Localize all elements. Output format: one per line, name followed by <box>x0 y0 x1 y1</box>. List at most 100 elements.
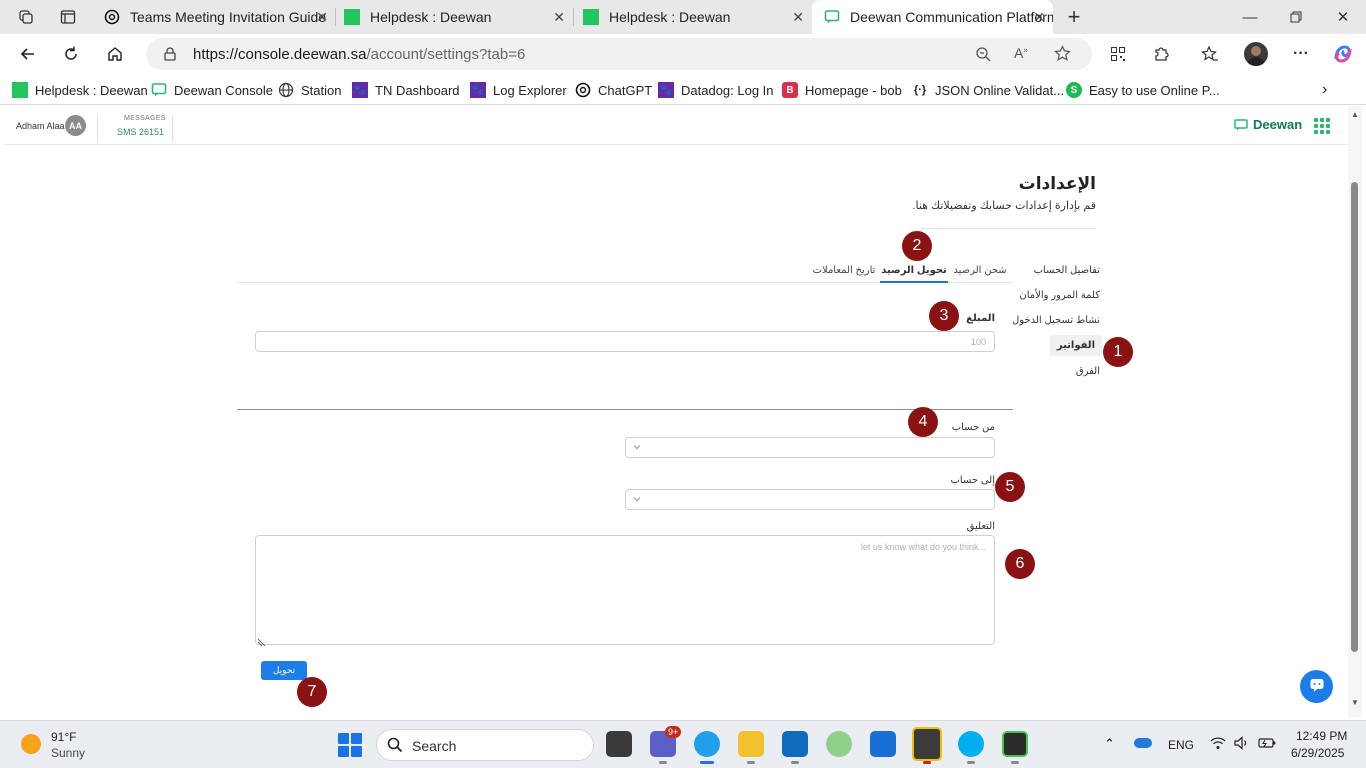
scroll-up-icon[interactable]: ▲ <box>1351 110 1359 119</box>
clock-date[interactable]: 6/29/2025 <box>1291 746 1344 760</box>
favorites-icon[interactable] <box>1197 42 1223 66</box>
user-name: Adham Alaa <box>16 121 65 131</box>
tab-transaction-history[interactable]: تاريخ المعاملات <box>809 259 879 283</box>
bookmark-item[interactable]: ChatGPT <box>575 80 652 100</box>
transfer-submit-button[interactable]: تحويل <box>261 661 307 680</box>
s-icon: S <box>1066 82 1082 98</box>
bookmark-item[interactable]: Station <box>278 80 341 100</box>
back-icon[interactable] <box>15 42 41 66</box>
onedrive-icon[interactable] <box>1134 738 1152 748</box>
browser-tab-strip: Teams Meeting Invitation Guide ✕ Helpdes… <box>0 0 1366 34</box>
file-explorer-icon[interactable] <box>738 731 764 757</box>
bookmark-item[interactable]: B Homepage - bob <box>782 80 902 100</box>
favorite-star-icon[interactable] <box>1054 45 1071 65</box>
refresh-icon[interactable] <box>58 42 84 66</box>
weather-sun-icon[interactable] <box>21 734 41 754</box>
sidebar-item-account-details[interactable]: تفاصيل الحساب <box>1034 265 1100 276</box>
sidebar-item-teams[interactable]: الفرق <box>1076 366 1100 377</box>
read-aloud-icon[interactable]: A» <box>1014 45 1028 61</box>
comment-textarea[interactable]: let us know what do you think... <box>255 535 995 647</box>
annotation-marker: 5 <box>995 472 1025 502</box>
weather-temperature: 91°F <box>51 730 77 744</box>
tab-title: Helpdesk : Deewan <box>370 9 492 25</box>
datadog-icon: 🐾 <box>658 82 674 98</box>
taskbar-search[interactable]: Search <box>376 729 594 761</box>
deewan-icon <box>1234 118 1248 131</box>
browser-tab[interactable]: Helpdesk : Deewan ✕ <box>571 0 812 34</box>
resize-handle-icon[interactable] <box>257 635 266 647</box>
close-icon[interactable]: ✕ <box>1033 9 1045 26</box>
from-account-select[interactable] <box>625 437 995 458</box>
sidebar-item-password-security[interactable]: كلمة المرور والأمان <box>1019 290 1100 301</box>
restore-icon[interactable] <box>1284 6 1308 28</box>
clock-time[interactable]: 12:49 PM <box>1296 729 1347 743</box>
zoom-icon[interactable] <box>975 46 991 65</box>
bookmark-label: ChatGPT <box>598 82 653 98</box>
sidebar-item-billing[interactable]: الفواتير <box>1049 335 1102 356</box>
chevron-right-icon[interactable]: › <box>1322 80 1327 100</box>
page-scrollbar[interactable]: ▲ ▼ <box>1348 106 1362 717</box>
scroll-down-icon[interactable]: ▼ <box>1351 698 1359 707</box>
amount-input[interactable]: 100 <box>255 331 995 352</box>
browser-tab[interactable]: Teams Meeting Invitation Guide ✕ <box>92 0 336 34</box>
close-icon[interactable]: ✕ <box>553 9 565 26</box>
terminal-app-icon[interactable] <box>1002 731 1028 757</box>
home-icon[interactable] <box>102 42 128 66</box>
chevron-down-icon <box>632 494 642 507</box>
start-icon[interactable] <box>338 733 362 757</box>
browser-tab-active[interactable]: Deewan Communication Platform ✕ <box>812 0 1053 34</box>
chat-app-icon[interactable] <box>826 731 852 757</box>
extensions-icon[interactable] <box>1148 42 1174 66</box>
to-account-select[interactable] <box>625 489 995 510</box>
volume-icon[interactable] <box>1234 736 1250 753</box>
close-window-icon[interactable]: ✕ <box>1331 6 1355 28</box>
comment-label: التعليق <box>966 521 995 532</box>
chat-support-button[interactable] <box>1300 670 1333 703</box>
windows-taskbar: 91°F Sunny Search 9+ ⌃ ENG 12:49 PM 6/29… <box>0 720 1366 768</box>
avatar[interactable]: AA <box>65 115 86 136</box>
sidebar-item-login-activity[interactable]: نشاط تسجيل الدخول <box>1012 315 1100 326</box>
sticky-notes-icon[interactable] <box>912 727 942 761</box>
vertical-tabs-icon[interactable] <box>54 5 82 29</box>
browser-tab[interactable]: Helpdesk : Deewan ✕ <box>332 0 573 34</box>
copilot-icon[interactable] <box>1330 42 1356 66</box>
bookmark-item[interactable]: 🐾 Datadog: Log In <box>658 80 774 100</box>
close-icon[interactable]: ✕ <box>316 9 328 26</box>
wifi-icon[interactable] <box>1210 736 1226 753</box>
bookmark-item[interactable]: Helpdesk : Deewan <box>12 80 148 100</box>
bookmark-item[interactable]: 🐾 Log Explorer <box>470 80 567 100</box>
bookmark-label: Datadog: Log In <box>681 82 774 98</box>
workspaces-icon[interactable] <box>12 5 40 29</box>
store-icon[interactable] <box>870 731 896 757</box>
outlook-icon[interactable] <box>782 731 808 757</box>
qr-code-icon[interactable] <box>1105 42 1131 66</box>
more-options-icon[interactable]: ··· <box>1288 42 1314 66</box>
apps-grid-icon[interactable] <box>1314 118 1330 134</box>
brand-logo[interactable]: Deewan <box>1234 117 1302 132</box>
new-tab-icon[interactable]: + <box>1060 4 1088 29</box>
site-info-icon[interactable] <box>163 46 177 65</box>
language-indicator[interactable]: ENG <box>1168 738 1194 752</box>
tab-transfer-balance[interactable]: تحويل الرصيد <box>880 259 948 283</box>
bookmark-item[interactable]: Deewan Console <box>151 80 273 100</box>
address-bar[interactable]: https://console.deewan.sa/account/settin… <box>146 38 1092 70</box>
battery-icon[interactable] <box>1258 737 1276 752</box>
bookmark-item[interactable]: {·} JSON Online Validat... <box>912 80 1064 100</box>
url-host: https://console.deewan.sa <box>193 46 367 63</box>
show-hidden-icons-icon[interactable]: ⌃ <box>1104 736 1115 752</box>
tab-topup[interactable]: شحن الرصيد <box>950 259 1010 283</box>
close-icon[interactable]: ✕ <box>792 9 804 26</box>
edge-icon[interactable] <box>694 731 720 757</box>
minimize-icon[interactable]: — <box>1238 6 1262 28</box>
bookmark-item[interactable]: S Easy to use Online P... <box>1066 80 1220 100</box>
profile-avatar[interactable] <box>1243 42 1269 66</box>
scrollbar-thumb[interactable] <box>1351 182 1358 652</box>
to-account-label: إلى حساب <box>950 475 995 486</box>
annotation-marker: 2 <box>902 231 932 261</box>
amount-label: المبلغ <box>966 313 995 324</box>
bookmarks-bar: Helpdesk : Deewan Deewan Console Station… <box>0 74 1366 105</box>
bookmark-label: Station <box>301 82 342 98</box>
task-view-icon[interactable] <box>606 731 632 757</box>
skype-icon[interactable] <box>958 731 984 757</box>
bookmark-item[interactable]: 🐾 TN Dashboard <box>352 80 460 100</box>
